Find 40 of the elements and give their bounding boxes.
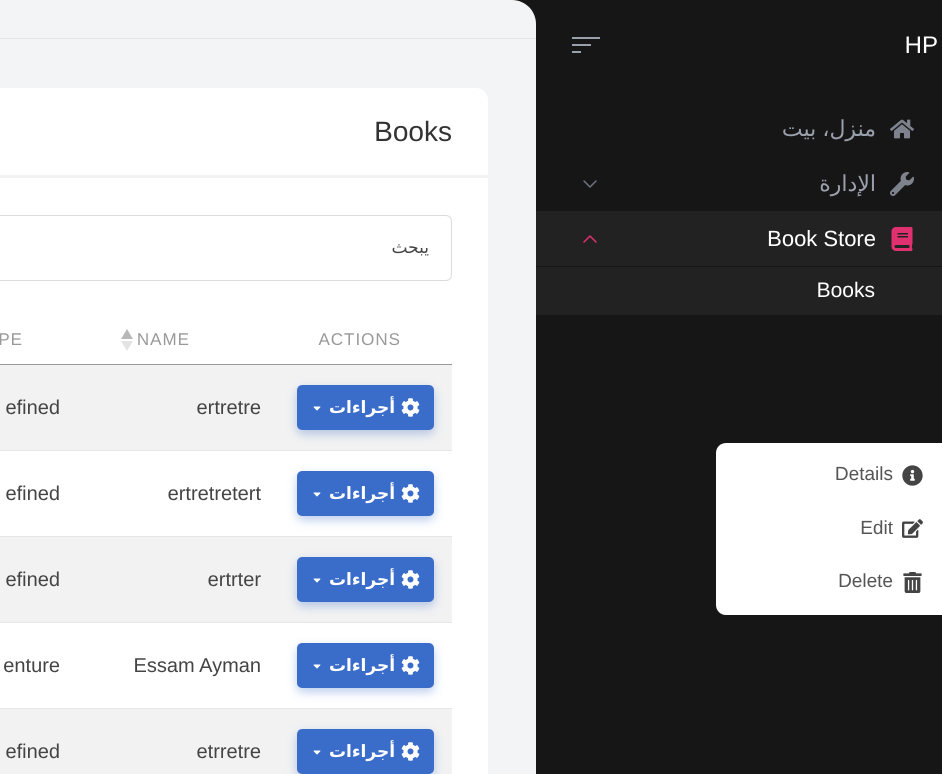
info-icon: [902, 465, 923, 486]
gear-icon: [401, 570, 420, 589]
table-cell-text: efined: [6, 740, 60, 764]
book-icon: [890, 226, 914, 250]
gear-icon: [401, 656, 420, 675]
nav-item[interactable]: الإدارة: [536, 156, 942, 211]
trash-icon: [902, 572, 923, 593]
actions-button[interactable]: أجراءات: [297, 471, 434, 516]
actions-button[interactable]: أجراءات: [297, 557, 434, 602]
table-cell-text: Essam Ayman: [134, 654, 261, 678]
actions-button[interactable]: أجراءات: [297, 729, 434, 774]
table-cell-text: ertretre: [196, 396, 261, 420]
actions-button[interactable]: أجراءات: [297, 385, 434, 430]
table-cell-text: efined: [6, 482, 60, 506]
table-cell-text: ertrter: [208, 568, 261, 592]
table-cell-text: enture: [3, 654, 60, 678]
gear-icon: [401, 742, 420, 761]
sort-icon: [120, 328, 133, 352]
edit-icon: [902, 518, 923, 540]
nav-subitem[interactable]: Books: [536, 266, 942, 315]
search-field[interactable]: يبحث: [0, 215, 452, 281]
home-icon: [890, 116, 914, 140]
gear-icon: [401, 398, 420, 417]
table-cell-text: ertretretert: [168, 482, 261, 506]
table-cell-text: etrretre: [196, 740, 261, 764]
menu-icon[interactable]: [572, 37, 600, 54]
table-cell-text: efined: [6, 396, 60, 420]
menu-item[interactable]: Details: [716, 449, 923, 502]
brand-title: HP: [904, 30, 938, 60]
gear-icon: [401, 484, 420, 503]
nav-item[interactable]: Book Store: [536, 211, 942, 266]
menu-item[interactable]: Edit: [716, 502, 923, 556]
column-header: PE: [0, 328, 23, 351]
menu-item[interactable]: Delete: [716, 556, 923, 609]
column-header: ACTIONS: [318, 328, 401, 351]
table-cell-text: efined: [6, 568, 60, 592]
nav-item[interactable]: منزل، بيت: [536, 101, 942, 156]
wrench-icon: [890, 172, 914, 196]
actions-button[interactable]: أجراءات: [297, 643, 434, 688]
card-title: Books: [374, 114, 452, 148]
